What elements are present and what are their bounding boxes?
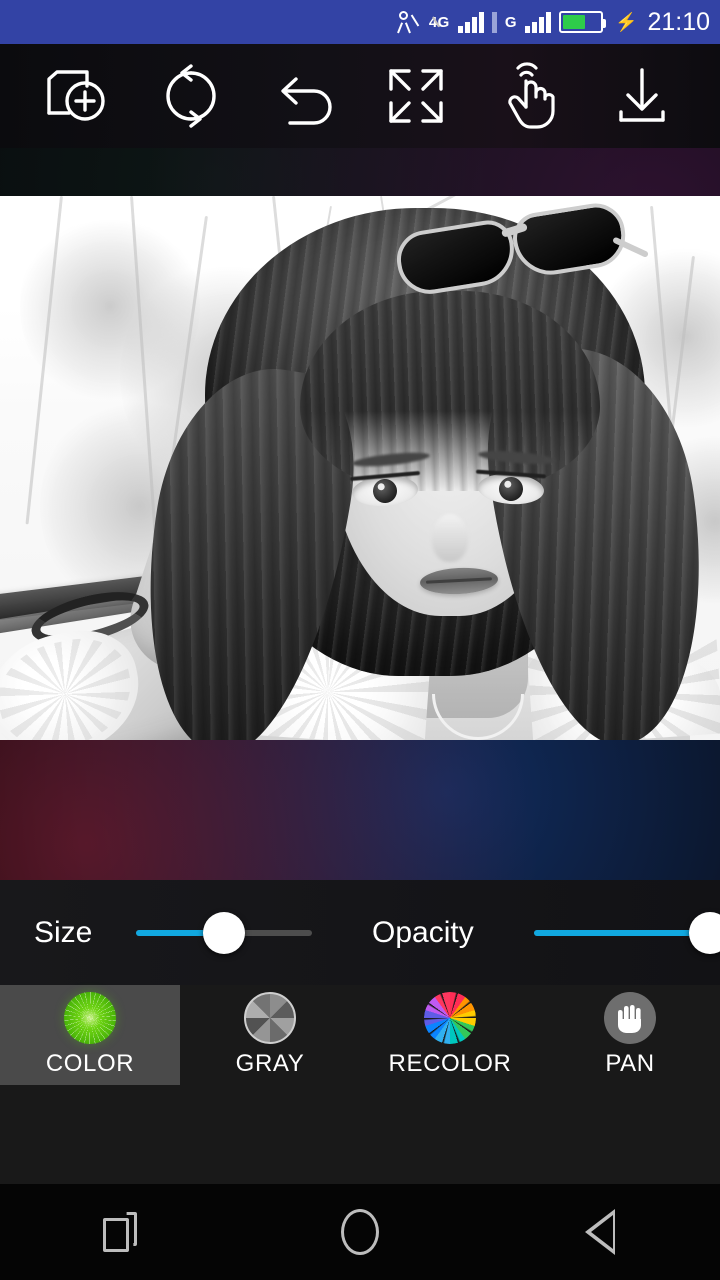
photo-image[interactable] — [0, 196, 720, 740]
touch-button[interactable] — [486, 53, 572, 139]
person-icon — [395, 10, 440, 34]
size-slider[interactable] — [136, 910, 312, 956]
undo-button[interactable] — [261, 53, 347, 139]
mode-label-recolor: RECOLOR — [388, 1050, 512, 1077]
home-button[interactable] — [300, 1184, 420, 1280]
reset-icon — [160, 63, 222, 129]
back-button[interactable] — [540, 1184, 660, 1280]
add-photo-icon — [43, 65, 113, 127]
photo-nose — [432, 514, 468, 562]
recolor-wheel-icon — [422, 990, 478, 1046]
mode-button-pan[interactable]: PAN — [540, 985, 720, 1085]
color-wheel-icon — [64, 992, 116, 1044]
size-slider-thumb[interactable] — [203, 911, 245, 954]
gray-wheel-icon — [244, 992, 296, 1044]
status-bar: 4G G ⚡ 21:10 — [0, 0, 720, 44]
opacity-slider-fill — [534, 929, 710, 936]
pan-hand-icon — [604, 992, 656, 1044]
signal-bars-icon-sim2 — [525, 11, 552, 33]
mode-button-gray[interactable]: GRAY — [180, 985, 360, 1085]
size-slider-label: Size — [34, 915, 93, 949]
signal-bars-icon-sim1 — [457, 11, 484, 33]
home-icon — [341, 1209, 379, 1255]
back-icon — [585, 1209, 615, 1255]
opacity-slider[interactable] — [534, 910, 720, 956]
photo-editor-screen: 4G G ⚡ 21:10 Size Opacity COLOR GRAY REC… — [0, 0, 720, 1280]
clock-label: 21:10 — [647, 7, 710, 36]
network-type-secondary-label: G — [504, 13, 518, 31]
recents-icon — [103, 1212, 137, 1252]
touch-icon — [500, 61, 558, 131]
mode-selector: COLOR GRAY RECOLOR PAN — [0, 985, 720, 1085]
mode-label-pan: PAN — [605, 1050, 655, 1077]
fullscreen-button[interactable] — [373, 53, 459, 139]
battery-icon — [559, 11, 607, 33]
mode-label-gray: GRAY — [235, 1050, 305, 1077]
fullscreen-icon — [385, 65, 447, 127]
bolt-icon: ⚡ — [615, 12, 638, 32]
reset-button[interactable] — [148, 53, 234, 139]
edit-canvas[interactable] — [0, 148, 720, 880]
undo-icon — [270, 65, 338, 127]
recents-button[interactable] — [60, 1184, 180, 1280]
mode-button-color[interactable]: COLOR — [0, 985, 180, 1085]
add-photo-button[interactable] — [35, 53, 121, 139]
download-button[interactable] — [599, 53, 685, 139]
opacity-slider-label: Opacity — [372, 915, 474, 949]
signal-bars-icon-dim — [491, 11, 497, 33]
mode-label-color: COLOR — [45, 1050, 135, 1077]
android-navigation-bar — [0, 1184, 720, 1280]
slider-row: Size Opacity — [0, 880, 720, 985]
opacity-slider-thumb[interactable] — [689, 911, 720, 954]
editor-toolbar — [0, 44, 720, 148]
mode-button-recolor[interactable]: RECOLOR — [360, 985, 540, 1085]
download-icon — [611, 64, 673, 128]
